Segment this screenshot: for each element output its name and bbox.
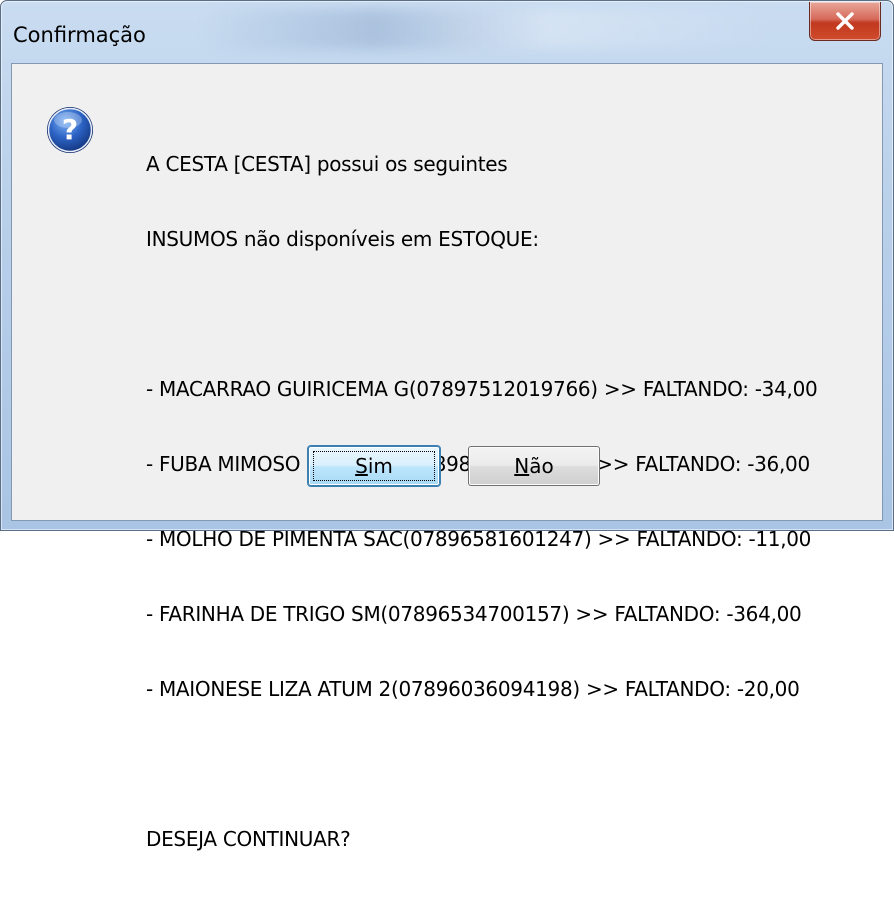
message-intro-line-2: INSUMOS não disponíveis em ESTOQUE: bbox=[146, 227, 539, 251]
no-button-label: Não bbox=[514, 454, 554, 478]
close-button[interactable] bbox=[809, 2, 881, 41]
missing-item: - FARINHA DE TRIGO SM(07896534700157) >>… bbox=[146, 602, 802, 626]
missing-item: - MAIONESE LIZA ATUM 2(07896036094198) >… bbox=[146, 677, 800, 701]
close-icon bbox=[836, 12, 854, 30]
yes-button-label: Sim bbox=[355, 454, 393, 478]
yes-button[interactable]: Sim bbox=[308, 446, 440, 486]
question-icon: ? bbox=[47, 107, 93, 153]
svg-text:?: ? bbox=[62, 113, 78, 146]
confirmation-question: DESEJA CONTINUAR? bbox=[146, 827, 351, 851]
no-button[interactable]: Não bbox=[468, 446, 600, 486]
message-text: A CESTA [CESTA] possui os seguintes INSU… bbox=[146, 102, 818, 902]
missing-item: - MACARRAO GUIRICEMA G(07897512019766) >… bbox=[146, 377, 818, 401]
title-bar[interactable]: Confirmação bbox=[1, 1, 893, 65]
window-title: Confirmação bbox=[13, 23, 146, 47]
message-intro-line-1: A CESTA [CESTA] possui os seguintes bbox=[146, 152, 508, 176]
dialog-body: ? A CESTA [CESTA] possui os seguintes IN… bbox=[11, 63, 883, 851]
confirmation-dialog: Confirmação ? A CESTA [CESTA] possui os … bbox=[0, 0, 894, 851]
